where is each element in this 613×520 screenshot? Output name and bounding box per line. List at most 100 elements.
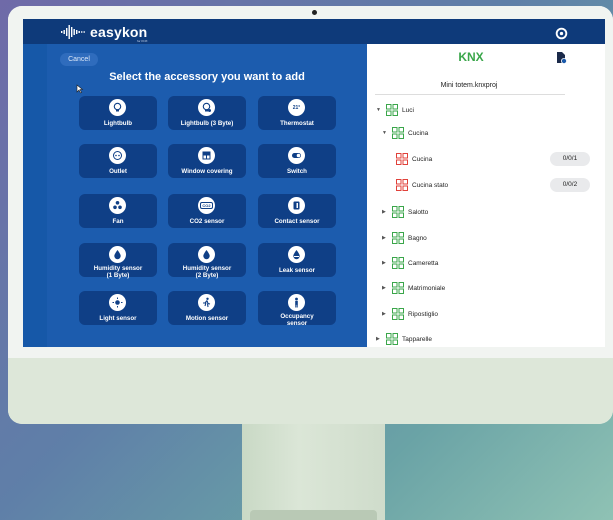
chevron-right-icon[interactable]: ▶ [382,260,392,266]
accessory-tile[interactable]: Contact sensor [258,194,336,228]
accessory-tile[interactable]: Window covering [168,144,246,178]
tree-item-label: Bagno [408,234,427,242]
accessory-label: Lightbulb [103,120,133,127]
imac-stand-slot [250,510,377,520]
tree-item[interactable]: ▼ Luci [376,103,414,117]
accessory-label: Thermostat [280,120,314,127]
accessory-tile[interactable]: Lightbulb (3 Byte) [168,96,246,130]
accessory-label: Leak sensor [278,267,316,274]
accessory-tile[interactable]: CO2 CO2 sensor [168,194,246,228]
chevron-down-icon[interactable]: ▼ [382,130,392,136]
co2-icon: CO2 [198,197,215,214]
accessory-label: Lightbulb (3 Byte) [180,120,234,127]
accessory-label: CO2 sensor [189,218,225,225]
accessory-label: Motion sensor [185,315,229,322]
accessory-tile[interactable]: 21° Thermostat [258,96,336,130]
light-sensor-icon [109,294,126,311]
group-icon [392,257,408,269]
motion-icon [198,294,215,311]
fan-icon [109,197,126,214]
divider [375,94,565,95]
lightbulb-icon [109,99,126,116]
tree-item[interactable]: ▶ Salotto [382,205,428,219]
knx-logo-icon: KNX [458,50,483,64]
group-icon [386,333,402,345]
gear-icon[interactable] [555,27,568,40]
tree-item-label: Salotto [408,208,429,216]
accessory-label: Window covering [181,168,233,175]
chevron-right-icon[interactable]: ▶ [382,235,392,241]
knx-logo: KNX [455,50,487,64]
mouse-cursor-icon [76,84,84,94]
group-icon [392,206,408,218]
accessory-tile[interactable]: Switch [258,144,336,178]
accessory-tile[interactable]: Occupancy sensor [258,291,336,327]
app-name: easykon [90,24,148,40]
accessory-tile[interactable]: Leak sensor [258,243,336,277]
file-import-icon[interactable] [556,51,567,64]
tree-item-label: Cucina [412,155,433,163]
chevron-right-icon[interactable]: ▶ [376,336,386,342]
thermostat-icon: 21° [288,99,305,116]
chevron-right-icon[interactable]: ▶ [382,209,392,215]
tree-item[interactable]: ▶ Tapparelle [376,332,432,346]
imac-stand [242,424,385,520]
accessory-tile[interactable]: Outlet [79,144,157,178]
camera-icon [312,10,317,15]
group-icon [392,232,408,244]
group-address-icon [396,179,412,191]
tree-item-label: Tapparelle [402,335,432,343]
tree-item[interactable]: ▶ Bagno [382,231,427,245]
tree-item[interactable]: ▶ Ripostiglio [382,307,438,321]
cancel-button[interactable]: Cancel [60,53,98,66]
accessory-label: Humidity sensor (2 Byte) [182,265,232,279]
waveform-icon [61,25,85,39]
imac-chin [8,358,613,424]
group-icon [392,282,408,294]
app-subtitle: for KNX [137,39,148,43]
tree-item-label: Cucina [408,129,429,137]
outlet-icon [109,147,126,164]
chevron-right-icon[interactable]: ▶ [382,285,392,291]
project-panel [367,44,605,347]
accessory-label: Fan [112,218,124,225]
group-address-icon [396,153,412,165]
svg-text:KNX: KNX [458,50,483,64]
lightbulb-color-icon [198,99,215,116]
tree-item[interactable]: Cucina stato [396,178,448,192]
accessory-tile[interactable]: Lightbulb [79,96,157,130]
window-covering-icon [198,147,215,164]
address-badge: 0/0/2 [550,178,590,192]
tree-item-label: Luci [402,106,414,114]
leak-icon [288,246,305,263]
tree-item[interactable]: ▶ Matrimoniale [382,281,445,295]
tree-item-label: Cucina stato [412,181,449,189]
accessory-label: Outlet [109,168,127,175]
accessory-tile[interactable]: Fan [79,194,157,228]
accessory-label: Light sensor [99,315,137,322]
tree-item[interactable]: ▼ Cucina [382,126,428,140]
tree-item-label: Ripostiglio [408,310,438,318]
accessory-label: Humidity sensor (1 Byte) [93,265,143,279]
tree-item[interactable]: Cucina [396,152,432,166]
occupancy-icon [288,294,305,311]
app-logo: easykon [61,23,147,41]
group-icon [392,308,408,320]
project-file-name: Mini totem.knxproj [440,82,498,89]
tree-item[interactable]: ▶ Cameretta [382,256,438,270]
group-icon [392,127,408,139]
accessory-tile[interactable]: Light sensor [79,291,157,325]
chevron-right-icon[interactable]: ▶ [382,311,392,317]
humidity-icon [109,246,126,263]
accessory-label: Switch [287,168,307,175]
chevron-down-icon[interactable]: ▼ [376,107,386,113]
group-icon [386,104,402,116]
tree-item-label: Matrimoniale [408,284,446,292]
accessory-tile[interactable]: Humidity sensor (2 Byte) [168,243,246,279]
accessory-tile[interactable]: Motion sensor [168,291,246,325]
panel-title: Select the accessory you want to add [109,71,305,83]
accessory-label: Contact sensor [274,218,320,225]
tree-item-label: Cameretta [408,259,439,267]
accessory-tile[interactable]: Humidity sensor (1 Byte) [79,243,157,279]
accessory-label: Occupancy sensor [280,313,314,327]
